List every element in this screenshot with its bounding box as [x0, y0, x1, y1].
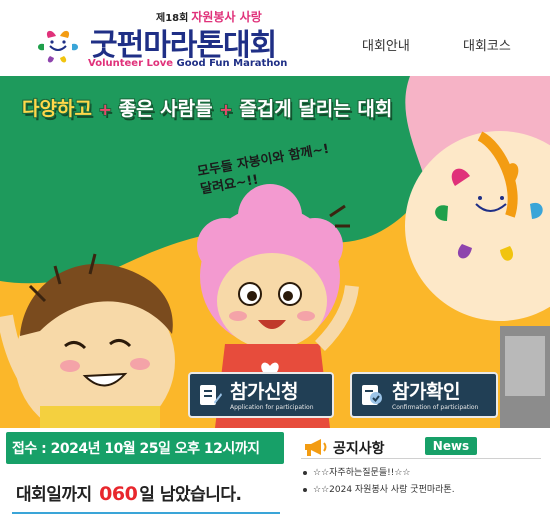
notice-item-text: ☆☆자주하는질문들!!☆☆ — [313, 468, 411, 478]
heart-flower-logo-icon[interactable] — [30, 14, 82, 66]
countdown-suffix: 일 남았습니다. — [139, 485, 242, 505]
slogan-part1: 다양하고 — [22, 98, 92, 120]
slogan-part3: 즐겁게 달리는 대회 — [239, 98, 393, 120]
countdown-days: 060 — [99, 483, 138, 505]
apply-button[interactable]: 참가신청 Application for participation — [188, 372, 334, 418]
nav-item-course[interactable]: 대회코스 — [463, 35, 511, 54]
notice-item-text: ☆☆2024 자원봉사 사랑 굿펀마라톤. — [313, 485, 455, 495]
check-button-sublabel: Confirmation of participation — [392, 404, 479, 411]
logo-english-part1: Volunteer Love — [88, 58, 174, 69]
hero-banner: 다양하고 + 좋은 사람들 + 즐겁게 달리는 대회 모두들 자봉이와 함께~!… — [0, 76, 550, 428]
nav-item-event-info[interactable]: 대회안내 — [362, 35, 410, 54]
notice-list-item[interactable]: ☆☆자주하는질문들!!☆☆ — [303, 465, 410, 478]
countdown-divider — [12, 512, 280, 514]
slogan-plus-1: + — [98, 100, 112, 119]
bullet-icon — [303, 487, 307, 492]
countdown-prefix: 대회일까지 — [16, 485, 92, 505]
site-header: 제18회 자원봉사 사랑 굿펀마라톤대회 Volunteer Love Good … — [0, 0, 550, 76]
logo-english-part2: Good Fun Marathon — [176, 58, 288, 69]
banner-slogan: 다양하고 + 좋은 사람들 + 즐겁게 달리는 대회 — [22, 94, 402, 120]
news-badge[interactable]: News — [425, 437, 477, 455]
notice-divider — [301, 458, 541, 459]
event-countdown: 대회일까지 060 일 남았습니다. — [16, 480, 242, 505]
logo-english: Volunteer Love Good Fun Marathon — [88, 58, 287, 69]
slogan-part2: 좋은 사람들 — [118, 98, 213, 120]
apply-button-label: 참가신청 — [230, 381, 298, 403]
registration-deadline-bar: 접수 : 2024년 10월 25일 오후 12시까지 — [6, 432, 284, 464]
notice-title[interactable]: 공지사항 — [333, 438, 385, 458]
bullet-icon — [303, 470, 307, 475]
clipboard-pen-icon — [200, 385, 222, 405]
slogan-plus-2: + — [219, 100, 233, 119]
apply-button-sublabel: Application for participation — [230, 404, 314, 411]
checklist-icon — [362, 385, 382, 405]
megaphone-icon — [305, 439, 327, 456]
check-button-label: 참가확인 — [392, 381, 460, 403]
registration-deadline-text: 접수 : 2024년 10월 25일 오후 12시까지 — [12, 441, 260, 457]
notice-list-item[interactable]: ☆☆2024 자원봉사 사랑 굿펀마라톤. — [303, 482, 455, 495]
check-registration-button[interactable]: 참가확인 Confirmation of participation — [350, 372, 498, 418]
